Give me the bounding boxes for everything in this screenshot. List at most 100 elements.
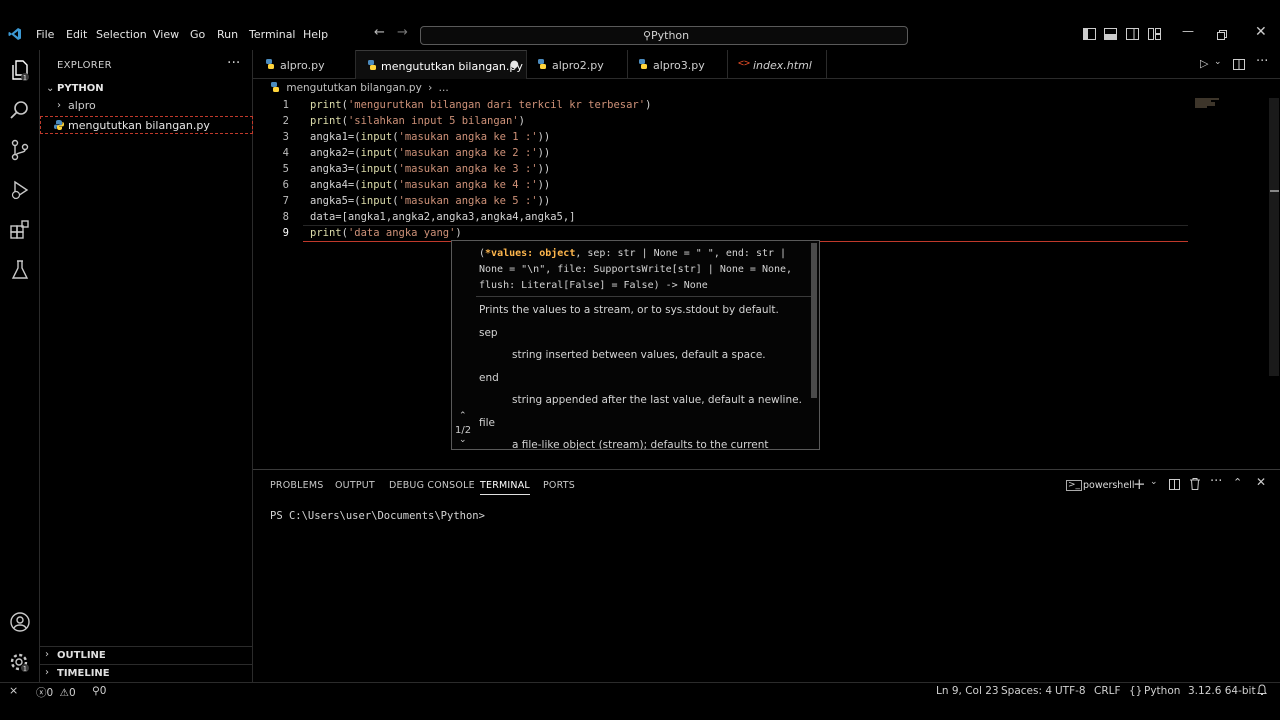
line-number: 1 [282,99,289,111]
close-window-icon[interactable]: ✕ [1255,24,1267,40]
code-line[interactable]: angka2=(input('masukan angka ke 2 :')) [310,147,550,159]
shell-label: powershell [1083,480,1135,491]
code-line[interactable]: print('data angka yang') [310,227,462,239]
timeline-section[interactable]: › TIMELINE [40,664,253,682]
line-number: 4 [282,147,289,159]
maximize-panel-chevron-up-icon[interactable]: ⌃ [1233,476,1242,489]
split-terminal-icon[interactable] [1169,479,1180,490]
braces-icon: {} [1129,685,1143,697]
command-center-search[interactable]: ⚲ Python [420,26,908,45]
tab-index-html[interactable]: <> index.html [728,50,827,79]
indentation[interactable]: Spaces: 4 [1001,685,1052,697]
remote-indicator-icon[interactable]: ⨯ [9,684,18,697]
breadcrumb-more[interactable]: ... [439,82,449,94]
toggle-secondary-sidebar-icon[interactable] [1126,28,1139,40]
language-mode[interactable]: Python [1144,685,1180,697]
editor-scrollbar[interactable] [1269,98,1279,376]
toggle-panel-icon[interactable] [1104,28,1117,40]
tab-label: alpro2.py [552,59,604,72]
unsaved-dot-icon[interactable]: ● [510,59,519,70]
code-line[interactable]: angka1=(input('masukan angka ke 1 :')) [310,131,550,143]
source-control-icon[interactable] [8,138,32,162]
error-icon: ⓧ [36,687,47,699]
encoding[interactable]: UTF-8 [1055,685,1086,697]
tab-debug-console[interactable]: DEBUG CONSOLE [389,480,475,491]
close-panel-icon[interactable]: ✕ [1256,475,1266,489]
python-file-icon [638,59,649,70]
workspace-root[interactable]: ⌄ PYTHON [40,80,253,98]
tab-alpro3[interactable]: alpro3.py [628,50,728,79]
tab-alpro[interactable]: alpro.py [253,50,356,79]
code-line[interactable]: print('mengurutkan bilangan dari terkcil… [310,99,651,111]
chevron-down-icon[interactable]: ⌄ [459,435,467,445]
tree-item-label: mengututkan bilangan.py [68,119,210,132]
more-actions-icon[interactable]: ··· [1210,474,1222,489]
tab-mengututkan-bilangan[interactable]: mengututkan bilangan.py ● [356,50,527,79]
more-actions-icon[interactable]: ··· [227,55,240,71]
minimize-icon[interactable]: — [1182,24,1194,38]
ports-icon: ⚲ [92,685,100,697]
end-of-line[interactable]: CRLF [1094,685,1121,697]
breadcrumb: mengututkan bilangan.py › ... [270,82,449,94]
explorer-icon[interactable]: 1 [8,58,32,82]
outline-label: OUTLINE [57,650,106,661]
sidebar-title: EXPLORER [57,60,112,71]
menu-edit[interactable]: Edit [66,28,87,41]
tab-ports[interactable]: PORTS [543,480,575,491]
menu-terminal[interactable]: Terminal [249,28,296,41]
run-file-icon[interactable]: ▷ [1200,57,1208,70]
chevron-down-icon[interactable]: ⌄ [1214,57,1222,67]
tab-terminal[interactable]: TERMINAL [480,480,530,495]
ports-indicator[interactable]: ⚲0 [92,685,106,697]
forward-arrow-icon[interactable]: → [397,25,408,40]
problems-indicator[interactable]: ⓧ0 ⚠0 [36,685,76,700]
python-interpreter[interactable]: 3.12.6 64-bit [1188,685,1256,697]
code-line[interactable]: angka5=(input('masukan angka ke 5 :')) [310,195,550,207]
menu-view[interactable]: View [153,28,179,41]
code-line[interactable]: angka3=(input('masukan angka ke 3 :')) [310,163,550,175]
tab-output[interactable]: OUTPUT [335,480,375,491]
notifications-bell-icon[interactable] [1257,684,1267,696]
code-line[interactable]: data=[angka1,angka2,angka3,angka4,angka5… [310,211,576,223]
terminal-prompt[interactable]: PS C:\Users\user\Documents\Python> [270,510,485,522]
line-number: 8 [282,211,289,223]
outline-section[interactable]: › OUTLINE [40,646,253,664]
line-number: 7 [282,195,289,207]
editor-tab-bar: alpro.py mengututkan bilangan.py ● alpro… [253,50,1280,79]
more-actions-icon[interactable]: ··· [1256,54,1268,69]
menu-run[interactable]: Run [217,28,238,41]
split-editor-icon[interactable] [1233,59,1245,70]
popup-scrollbar[interactable] [811,243,817,398]
toggle-sidebar-icon[interactable] [1083,28,1096,40]
error-count: 0 [46,687,54,699]
menu-file[interactable]: File [36,28,54,41]
chevron-up-icon[interactable]: ⌃ [459,411,467,421]
new-terminal-icon[interactable]: + [1133,475,1146,493]
code-line[interactable]: angka4=(input('masukan angka ke 4 :')) [310,179,550,191]
chevron-down-icon[interactable]: ⌄ [1150,477,1158,487]
extensions-icon[interactable] [8,218,32,242]
tab-alpro2[interactable]: alpro2.py [527,50,628,79]
terminal-shell-selector[interactable]: >_ powershell [1066,478,1138,494]
code-line[interactable]: print('silahkan input 5 bilangan') [310,115,525,127]
account-icon[interactable] [8,610,32,634]
tree-item-file[interactable]: mengututkan bilangan.py [40,116,253,134]
back-arrow-icon[interactable]: ← [374,25,385,40]
settings-gear-icon[interactable]: 1 [8,650,32,674]
menu-help[interactable]: Help [303,28,328,41]
breadcrumb-file[interactable]: mengututkan bilangan.py [286,82,421,94]
menu-go[interactable]: Go [190,28,205,41]
svg-text:1: 1 [23,666,27,673]
signature-help-popup[interactable]: (*values: object, sep: str | None = " ",… [451,240,820,450]
restore-icon[interactable] [1217,30,1227,40]
minimap[interactable] [1193,98,1221,108]
cursor-position[interactable]: Ln 9, Col 23 [936,685,999,697]
tree-item-folder[interactable]: › alpro [40,97,253,115]
customize-layout-icon[interactable] [1148,28,1161,40]
run-debug-icon[interactable] [8,178,32,202]
kill-terminal-trash-icon[interactable] [1190,478,1200,490]
menu-selection[interactable]: Selection [96,28,147,41]
testing-flask-icon[interactable] [8,258,32,282]
tab-problems[interactable]: PROBLEMS [270,480,323,491]
search-icon[interactable] [8,98,32,122]
